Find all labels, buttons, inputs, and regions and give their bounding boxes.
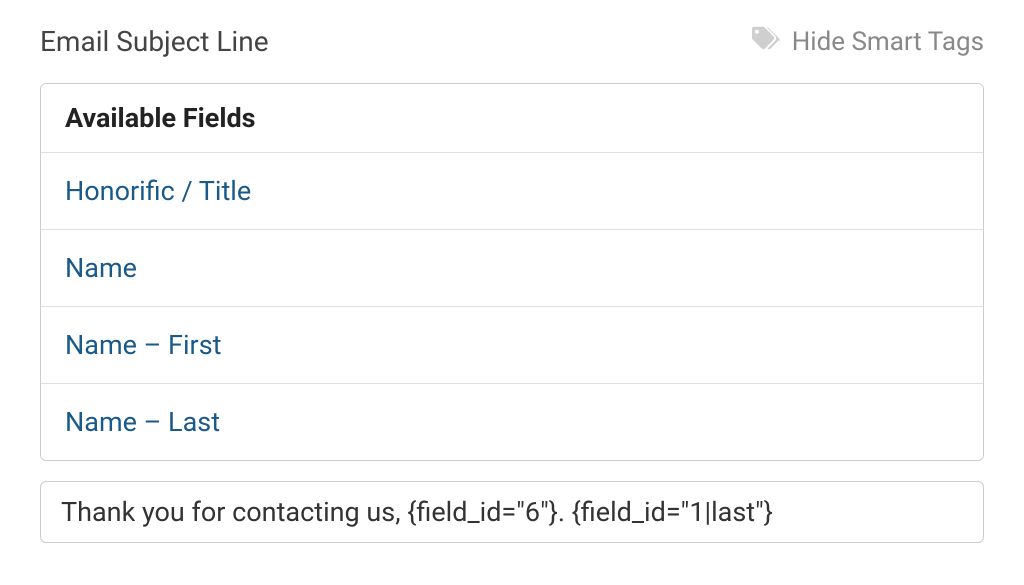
toggle-label: Hide Smart Tags (792, 27, 984, 57)
hide-smart-tags-toggle[interactable]: Hide Smart Tags (752, 24, 984, 59)
smart-tag-item[interactable]: Name – First (41, 306, 983, 383)
field-label: Email Subject Line (40, 25, 269, 58)
smart-tag-item[interactable]: Name (41, 229, 983, 306)
tag-icon (752, 24, 780, 59)
smart-tag-item[interactable]: Honorific / Title (41, 152, 983, 229)
smart-tags-panel: Available Fields Honorific / Title Name … (40, 83, 984, 461)
field-header: Email Subject Line Hide Smart Tags (40, 24, 984, 59)
smart-tags-heading: Available Fields (41, 84, 983, 152)
smart-tag-item[interactable]: Name – Last (41, 383, 983, 460)
email-subject-input[interactable] (40, 481, 984, 543)
